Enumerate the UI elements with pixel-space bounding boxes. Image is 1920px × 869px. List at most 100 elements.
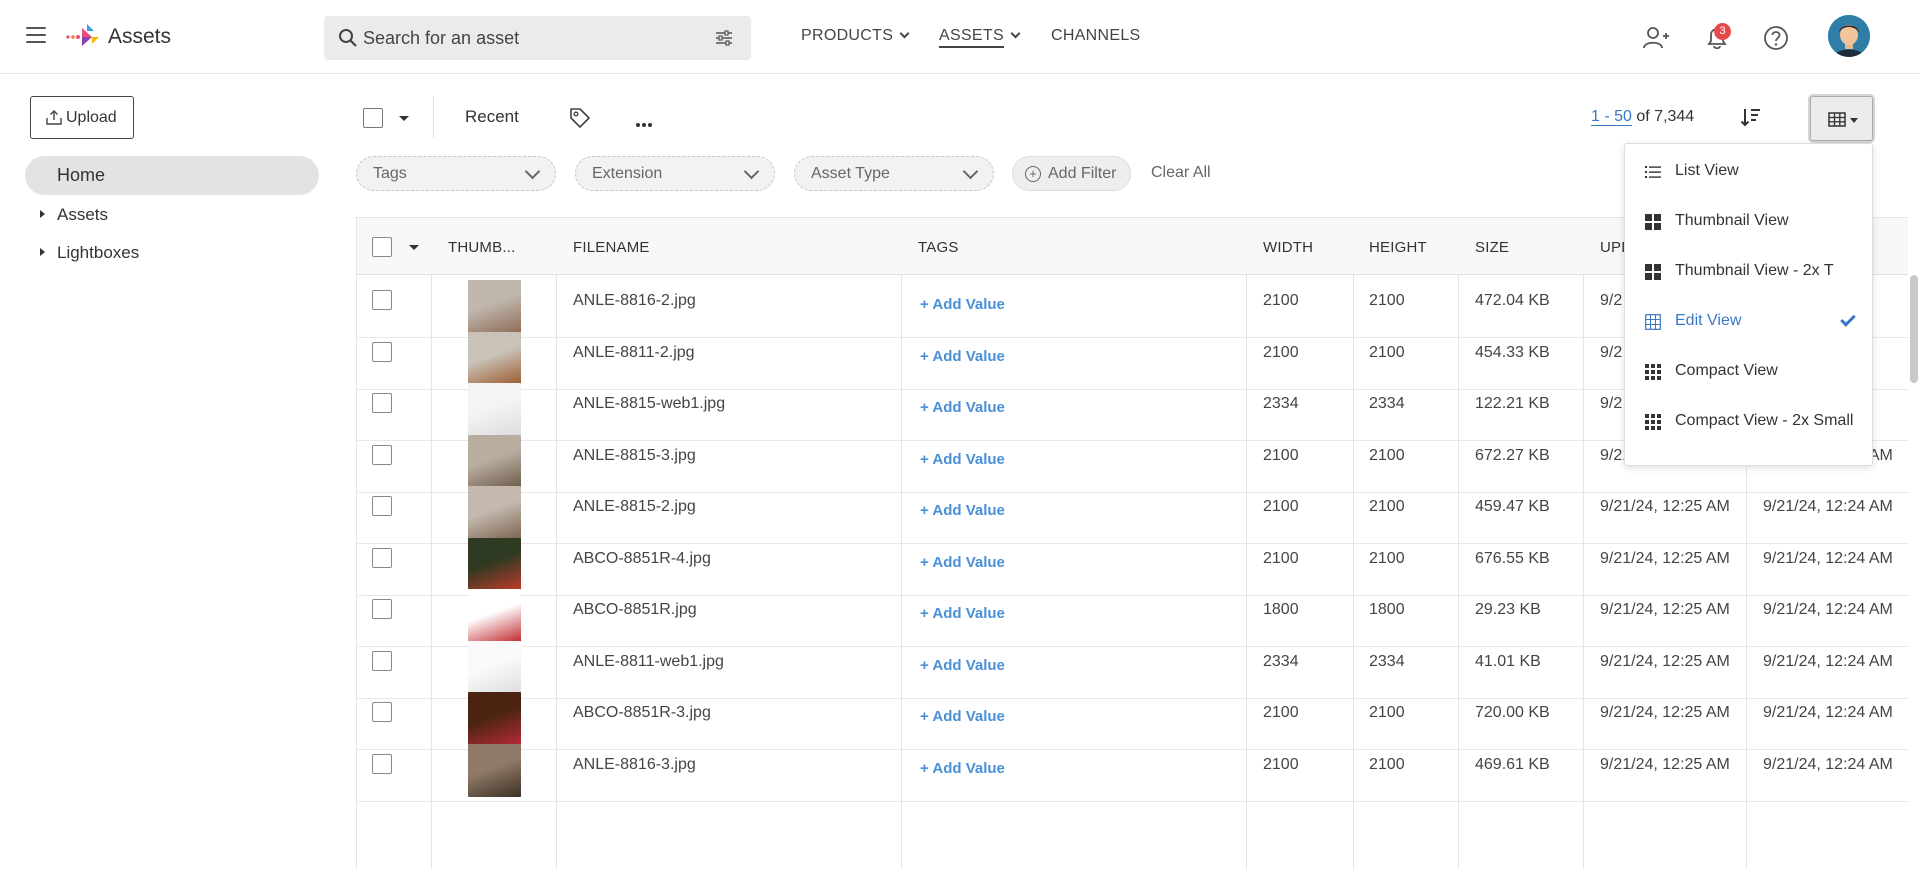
add-user-icon[interactable] — [1642, 24, 1670, 52]
width-cell: 2100 — [1263, 498, 1299, 515]
asset-thumbnail[interactable] — [468, 589, 521, 642]
add-tag-value-link[interactable]: + Add Value — [920, 760, 1005, 777]
width-cell: 2100 — [1263, 755, 1299, 773]
list-icon — [1645, 166, 1661, 178]
caret-right-icon[interactable] — [40, 210, 45, 218]
add-tag-value-link[interactable]: + Add Value — [920, 502, 1005, 519]
header-thumbnail[interactable]: THUMB... — [448, 239, 515, 256]
asset-thumbnail[interactable] — [468, 486, 521, 539]
recent-button[interactable]: Recent — [465, 107, 519, 127]
header-size[interactable]: SIZE — [1475, 239, 1509, 256]
row-checkbox[interactable] — [372, 496, 392, 516]
avatar[interactable] — [1828, 15, 1870, 57]
table-row[interactable]: ANLE-8816-3.jpg + Add Value 2100 2100 469.61… — [357, 739, 1908, 802]
row-checkbox[interactable] — [372, 547, 392, 568]
filename-cell[interactable]: ABCO-8851R-3.jpg — [573, 704, 711, 722]
asset-thumbnail[interactable] — [468, 383, 521, 436]
add-tag-value-link[interactable]: + Add Value — [920, 554, 1005, 571]
row-checkbox[interactable] — [372, 753, 392, 774]
asset-thumbnail[interactable] — [468, 743, 521, 797]
nav-channels[interactable]: CHANNELS — [1051, 27, 1141, 45]
nav-channels-label: CHANNELS — [1051, 27, 1141, 44]
row-checkbox[interactable] — [372, 393, 392, 413]
filter-tags[interactable]: Tags — [356, 156, 556, 191]
menu-item-thumbnail-view-2x[interactable]: Thumbnail View - 2x T — [1625, 250, 1872, 294]
caret-right-icon[interactable] — [40, 248, 45, 256]
filename-cell[interactable]: ABCO-8851R-4.jpg — [573, 550, 711, 568]
clear-all-button[interactable]: Clear All — [1151, 164, 1211, 182]
nav-assets-label: ASSETS — [939, 27, 1004, 48]
header-height[interactable]: HEIGHT — [1369, 239, 1427, 256]
added-cell: 9/21/24, 12:24 AM — [1763, 652, 1893, 670]
header-select-checkbox[interactable] — [372, 237, 392, 257]
menu-item-list-view[interactable]: List View — [1625, 150, 1872, 194]
table-icon — [1645, 314, 1661, 330]
width-cell: 2100 — [1263, 704, 1299, 721]
header-width[interactable]: WIDTH — [1263, 239, 1313, 256]
more-options-icon[interactable] — [635, 114, 653, 130]
help-icon[interactable] — [1762, 24, 1790, 52]
filter-extension[interactable]: Extension — [575, 156, 775, 191]
asset-thumbnail[interactable] — [468, 640, 521, 694]
filename-cell[interactable]: ANLE-8816-3.jpg — [573, 756, 696, 774]
add-tag-value-link[interactable]: + Add Value — [920, 657, 1005, 674]
sort-icon[interactable] — [1740, 106, 1762, 128]
row-checkbox[interactable] — [372, 290, 392, 310]
sidebar-item-home[interactable]: Home — [25, 156, 319, 195]
filter-asset-type[interactable]: Asset Type — [794, 156, 994, 191]
menu-item-compact-view-2x[interactable]: Compact View - 2x Small — [1625, 400, 1872, 444]
nav-products[interactable]: PRODUCTS — [801, 27, 910, 45]
header-filename[interactable]: FILENAME — [573, 239, 650, 256]
filename-cell[interactable]: ABCO-8851R.jpg — [573, 601, 697, 619]
width-cell: 2100 — [1263, 343, 1299, 361]
asset-thumbnail[interactable] — [468, 537, 521, 591]
select-dropdown-caret-icon[interactable] — [399, 116, 409, 121]
add-tag-value-link[interactable]: + Add Value — [920, 708, 1005, 725]
filter-settings-icon[interactable] — [714, 29, 734, 47]
add-filter-button[interactable]: + Add Filter — [1012, 156, 1131, 191]
row-checkbox[interactable] — [372, 341, 392, 362]
add-tag-value-link[interactable]: + Add Value — [920, 399, 1005, 416]
nav-assets[interactable]: ASSETS — [939, 27, 1021, 48]
upload-button-label: Upload — [66, 109, 117, 126]
filename-cell[interactable]: ANLE-8811-web1.jpg — [573, 653, 724, 671]
add-tag-value-link[interactable]: + Add Value — [920, 451, 1005, 468]
updated-cell: 9/21/24, 12:25 AM — [1600, 498, 1730, 515]
sidebar-item-lightboxes[interactable]: Lightboxes — [40, 243, 139, 263]
filename-cell[interactable]: ANLE-8815-web1.jpg — [573, 395, 725, 413]
menu-item-label: Thumbnail View - 2x T — [1675, 262, 1834, 279]
asset-thumbnail[interactable] — [468, 692, 521, 745]
upload-button[interactable]: Upload — [30, 96, 134, 139]
size-cell: 29.23 KB — [1475, 601, 1541, 618]
asset-thumbnail[interactable] — [468, 280, 521, 333]
row-checkbox[interactable] — [372, 444, 392, 465]
filename-cell[interactable]: ANLE-8815-2.jpg — [573, 498, 696, 516]
menu-item-compact-view[interactable]: Compact View — [1625, 350, 1872, 394]
caret-down-icon[interactable] — [409, 245, 419, 250]
search-input[interactable] — [363, 16, 703, 60]
thumbnail-icon — [1645, 264, 1661, 280]
asset-thumbnail[interactable] — [468, 331, 521, 385]
view-switcher-button[interactable] — [1810, 96, 1873, 141]
thumbnail-icon — [1645, 214, 1661, 230]
add-tag-value-link[interactable]: + Add Value — [920, 605, 1005, 622]
menu-item-edit-view[interactable]: Edit View — [1625, 300, 1872, 344]
pagination-range[interactable]: 1 - 50 — [1591, 108, 1632, 126]
filename-cell[interactable]: ANLE-8816-2.jpg — [573, 292, 696, 310]
sidebar-item-assets[interactable]: Assets — [40, 205, 108, 225]
row-checkbox[interactable] — [372, 702, 392, 722]
view-menu: List View Thumbnail View Thumbnail View … — [1624, 143, 1873, 466]
add-tag-value-link[interactable]: + Add Value — [920, 296, 1005, 313]
menu-item-thumbnail-view[interactable]: Thumbnail View — [1625, 200, 1872, 244]
filename-cell[interactable]: ANLE-8811-2.jpg — [573, 344, 695, 362]
header-tags[interactable]: TAGS — [918, 239, 959, 256]
add-tag-value-link[interactable]: + Add Value — [920, 348, 1005, 365]
select-all-checkbox[interactable] — [363, 108, 383, 128]
row-checkbox[interactable] — [372, 599, 392, 619]
filename-cell[interactable]: ANLE-8815-3.jpg — [573, 447, 696, 465]
row-checkbox[interactable] — [372, 650, 392, 671]
scrollbar[interactable] — [1910, 275, 1918, 383]
menu-icon[interactable] — [26, 27, 46, 45]
asset-thumbnail[interactable] — [468, 434, 521, 488]
tag-icon[interactable] — [568, 106, 592, 128]
